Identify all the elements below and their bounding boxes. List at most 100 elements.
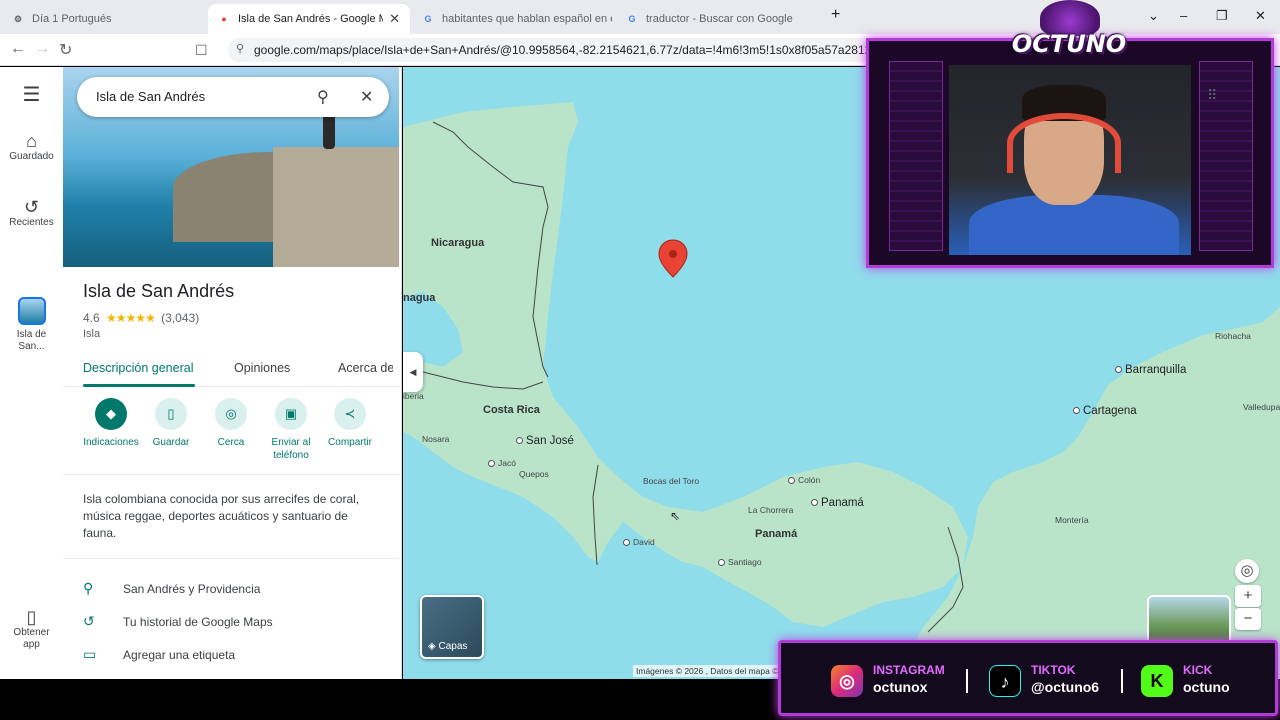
action-label: Compartir [328, 437, 372, 448]
map-label-panama-country[interactable]: Panamá [755, 528, 797, 540]
nearby-icon: ◎ [215, 398, 247, 430]
tab-title: habitantes que hablan español en el [442, 13, 612, 25]
rail-item-saved[interactable]: ⌂ Guardado [0, 131, 63, 163]
map-label-colon[interactable]: Colón [788, 475, 820, 485]
nearby-button[interactable]: ◎ Cerca [201, 398, 261, 449]
rail-item-place[interactable]: Isla de San... [0, 297, 63, 353]
webcam-overlay: ⠿ [866, 38, 1274, 268]
tiktok-icon: ♪ [989, 665, 1021, 697]
site-info-icon[interactable]: ⚲ [236, 42, 244, 55]
history-icon: ↺ [23, 197, 40, 217]
review-count[interactable]: (3,043) [161, 311, 199, 325]
social-links-overlay: ◎ INSTAGRAM octunox ♪ TIKTOK @octuno6 K … [778, 640, 1278, 716]
map-label-bocas-del-toro[interactable]: Bocas del Toro [643, 476, 699, 486]
social-network: TIKTOK [1031, 663, 1076, 677]
map-pin-icon[interactable] [658, 239, 688, 278]
map-label-barranquilla[interactable]: Barranquilla [1115, 364, 1186, 376]
map-label-panama-city[interactable]: Panamá [811, 497, 864, 509]
search-value: Isla de San Andrés [96, 89, 206, 104]
tab-search-icon[interactable]: ⌄ [1148, 8, 1159, 24]
send-to-phone-button[interactable]: ▣ Enviar al teléfono [261, 398, 321, 462]
social-handle: octunox [873, 679, 928, 695]
share-icon: ≺ [334, 398, 366, 430]
zoom-out-button[interactable]: − [1235, 608, 1261, 630]
social-handle: @octuno6 [1031, 679, 1100, 695]
info-row-history[interactable]: ↺ Tu historial de Google Maps [83, 613, 383, 633]
tab-google-maps[interactable]: ● Isla de San Andrés - Google Maps ✕ [208, 4, 410, 34]
place-rating: 4.6 ★★★★★ (3,043) [83, 311, 199, 325]
tab-overview[interactable]: Descripción general [83, 361, 193, 375]
forward-icon[interactable]: → [34, 40, 50, 58]
social-network: KICK [1183, 663, 1213, 677]
separator [966, 669, 968, 693]
search-input[interactable]: Isla de San Andrés ⚲ ✕ [77, 77, 389, 117]
url-text: google.com/maps/place/Isla+de+San+Andrés… [254, 43, 892, 57]
map-label-valledupar[interactable]: Valledupar [1243, 402, 1280, 412]
minimize-icon[interactable]: – [1180, 8, 1187, 23]
rating-value: 4.6 [83, 311, 100, 325]
map-label-santiago[interactable]: Santiago [718, 557, 762, 567]
rail-item-get-app[interactable]: ▯ Obtener app [0, 607, 63, 651]
gear-icon: ⚙ [13, 13, 23, 24]
location-pin-icon: ⚲ [83, 580, 94, 596]
new-tab-button[interactable]: + [831, 6, 840, 24]
info-text: San Andrés y Providencia [123, 582, 261, 596]
phone-icon: ▯ [26, 607, 37, 627]
tab-habitantes[interactable]: G habitantes que hablan español en el [412, 4, 612, 34]
tab-reviews[interactable]: Opiniones [234, 361, 290, 375]
info-row-label[interactable]: ▭ Agregar una etiqueta [83, 646, 383, 666]
map-label-monteria[interactable]: Montería [1055, 515, 1089, 525]
map-label-san-jose[interactable]: San José [516, 435, 574, 447]
send-to-phone-icon: ▣ [275, 398, 307, 430]
map-attribution: Imágenes © 2026 , Datos del mapa © [633, 665, 782, 677]
my-location-icon[interactable]: ◎ [1235, 559, 1259, 583]
history-icon: ↺ [83, 613, 95, 629]
kick-icon: K [1141, 665, 1173, 697]
rail-label: Obtener app [13, 627, 50, 650]
social-handle: octuno [1183, 679, 1230, 695]
tab-traductor[interactable]: G traductor - Buscar con Google [616, 4, 816, 34]
mouse-cursor-icon: ⇖ [670, 509, 681, 523]
map-label-nicaragua[interactable]: Nicaragua [431, 237, 484, 249]
map-label-costa-rica[interactable]: Costa Rica [483, 404, 540, 416]
zoom-in-button[interactable]: + [1235, 585, 1261, 607]
map-label-david[interactable]: David [623, 537, 655, 547]
maps-left-rail: ☰ ⌂ Guardado ↺ Recientes Isla de San... … [0, 67, 63, 679]
tab-title: traductor - Buscar con Google [646, 13, 793, 25]
map-label-quepos[interactable]: Quepos [519, 469, 549, 479]
save-button[interactable]: ▯ Guardar [141, 398, 201, 449]
label-icon: ▭ [83, 646, 97, 662]
rail-item-recent[interactable]: ↺ Recientes [0, 197, 63, 229]
map-label-jaco[interactable]: Jacó [488, 458, 516, 468]
rating-stars-icon: ★★★★★ [106, 311, 156, 325]
close-tab-icon[interactable]: ✕ [383, 11, 400, 27]
map-label-nagua[interactable]: nagua [403, 292, 435, 304]
bookmark-icon: ⌂ [26, 131, 37, 151]
share-button[interactable]: ≺ Compartir [320, 398, 380, 449]
info-row-region[interactable]: ⚲ San Andrés y Providencia [83, 580, 383, 600]
tab-about[interactable]: Acerca de [338, 361, 393, 375]
bookmark-page-icon[interactable]: ☐ [195, 42, 208, 59]
layers-button[interactable]: ◈ Capas [420, 595, 484, 659]
collapse-panel-button[interactable]: ◀ [403, 352, 423, 392]
map-label-la-chorrera[interactable]: La Chorrera [748, 505, 793, 515]
active-tab-indicator [83, 384, 195, 387]
menu-icon[interactable]: ☰ [0, 85, 63, 105]
action-label: Cerca [217, 437, 245, 448]
search-icon[interactable]: ⚲ [317, 87, 329, 107]
map-label-nosara[interactable]: Nosara [422, 434, 449, 444]
info-text: Tu historial de Google Maps [123, 615, 273, 629]
map-label-liberia[interactable]: iberia [403, 391, 424, 401]
reload-icon[interactable]: ↻ [59, 40, 72, 60]
map-label-cartagena[interactable]: Cartagena [1073, 405, 1137, 417]
tab-portugues[interactable]: ⚙ Día 1 Portugués [2, 4, 206, 34]
rail-label: Isla de San... [16, 329, 47, 352]
clear-search-icon[interactable]: ✕ [360, 87, 373, 107]
action-label: Enviar al teléfono [271, 437, 311, 461]
window-close-icon[interactable]: ✕ [1255, 8, 1266, 24]
map-label-riohacha[interactable]: Riohacha [1215, 331, 1251, 341]
divider [63, 558, 399, 559]
back-icon[interactable]: ← [10, 40, 26, 58]
directions-button[interactable]: ◆ Indicaciones [81, 398, 141, 449]
maximize-icon[interactable]: ❐ [1216, 8, 1228, 24]
